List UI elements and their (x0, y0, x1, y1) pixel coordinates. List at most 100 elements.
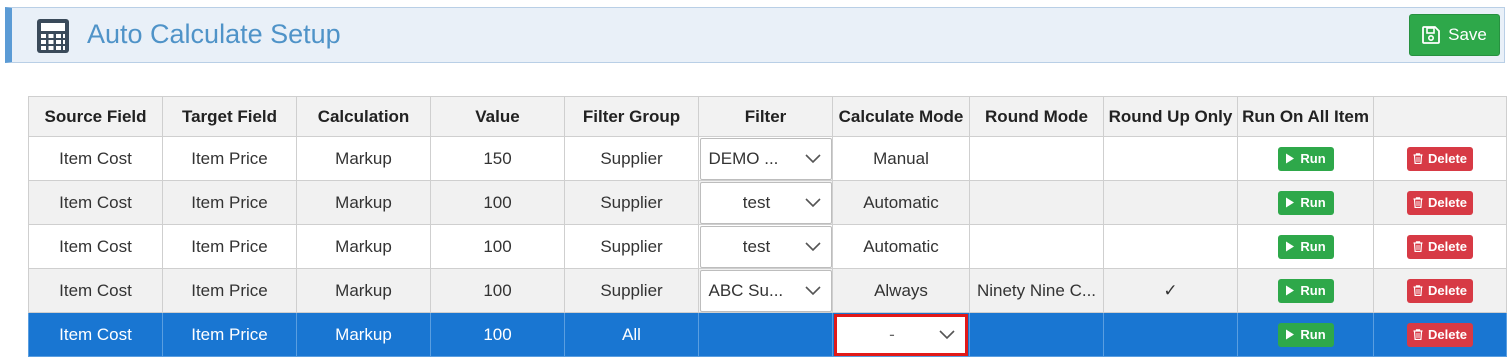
run-button[interactable]: Run (1277, 234, 1334, 259)
cell-filter-group: Supplier (564, 268, 699, 313)
cell-value: 100 (430, 224, 565, 269)
cell-filter: test (698, 180, 833, 225)
filter-select-value: ABC Su... (708, 280, 784, 300)
chevron-down-icon (804, 197, 821, 207)
page-title: Auto Calculate Setup (87, 19, 341, 49)
run-label: Run (1300, 327, 1326, 342)
table-row[interactable]: Item Cost Item Price Markup 100 Supplier… (28, 224, 1507, 269)
chevron-down-icon (804, 285, 821, 295)
cell-round-mode: Ninety Nine C... (969, 268, 1104, 313)
calculate-mode-select-value: - (889, 324, 895, 344)
run-button[interactable]: Run (1277, 190, 1334, 215)
delete-button[interactable]: Delete (1407, 146, 1473, 171)
table-row[interactable]: Item Cost Item Price Markup 100 Supplier… (28, 180, 1507, 225)
trash-icon (1413, 329, 1423, 340)
run-label: Run (1300, 239, 1326, 254)
cell-target-field: Item Price (162, 312, 297, 357)
trash-icon (1413, 153, 1423, 164)
column-header-round-mode[interactable]: Round Mode (969, 96, 1104, 137)
cell-value: 100 (430, 180, 565, 225)
cell-round-mode (969, 312, 1104, 357)
cell-delete: Delete (1373, 136, 1507, 181)
cell-target-field: Item Price (162, 224, 297, 269)
cell-filter-group: Supplier (564, 136, 699, 181)
cell-run: Run (1237, 180, 1374, 225)
cell-run: Run (1237, 268, 1374, 313)
cell-source-field: Item Cost (28, 312, 163, 357)
cell-value: 100 (430, 268, 565, 313)
calculate-mode-select[interactable]: - (834, 313, 968, 356)
save-button[interactable]: Save (1409, 14, 1500, 56)
cell-filter: ABC Su... (698, 268, 833, 313)
chevron-down-icon (804, 241, 821, 251)
play-icon (1286, 329, 1295, 340)
cell-run: Run (1237, 224, 1374, 269)
cell-filter-group: Supplier (564, 180, 699, 225)
table-row-selected[interactable]: Item Cost Item Price Markup 100 All - Ru… (28, 312, 1507, 357)
page-header: Auto Calculate Setup Save (5, 7, 1505, 63)
cell-filter-group: All (564, 312, 699, 357)
filter-select-value: DEMO ... (708, 148, 779, 168)
cell-filter[interactable] (698, 312, 833, 357)
cell-round-up-only (1103, 180, 1238, 225)
play-icon (1286, 197, 1295, 208)
cell-round-up-only (1103, 312, 1238, 357)
cell-calculation: Markup (296, 180, 431, 225)
floppy-disk-icon (1422, 26, 1441, 44)
delete-label: Delete (1427, 283, 1468, 298)
cell-run: Run (1237, 312, 1374, 357)
cell-value: 150 (430, 136, 565, 181)
filter-select[interactable]: test (699, 181, 832, 224)
cell-target-field: Item Price (162, 180, 297, 225)
cell-source-field: Item Cost (28, 268, 163, 313)
filter-select[interactable]: ABC Su... (699, 269, 832, 312)
cell-calculate-mode: Manual (832, 136, 970, 181)
column-header-calculation[interactable]: Calculation (296, 96, 431, 137)
cell-source-field: Item Cost (28, 136, 163, 181)
play-icon (1286, 285, 1295, 296)
cell-calculate-mode: Automatic (832, 224, 970, 269)
filter-select[interactable]: DEMO ... (699, 137, 832, 180)
column-header-source-field[interactable]: Source Field (28, 96, 163, 137)
cell-calculation: Markup (296, 224, 431, 269)
cell-filter-group: Supplier (564, 224, 699, 269)
cell-run: Run (1237, 136, 1374, 181)
trash-icon (1413, 241, 1423, 252)
save-label: Save (1448, 25, 1487, 44)
column-header-value[interactable]: Value (430, 96, 565, 137)
delete-button[interactable]: Delete (1407, 190, 1473, 215)
run-button[interactable]: Run (1277, 278, 1334, 303)
table-row[interactable]: Item Cost Item Price Markup 100 Supplier… (28, 268, 1507, 313)
table-row[interactable]: Item Cost Item Price Markup 150 Supplier… (28, 136, 1507, 181)
cell-round-up-only (1103, 136, 1238, 181)
cell-delete: Delete (1373, 312, 1507, 357)
cell-source-field: Item Cost (28, 180, 163, 225)
delete-label: Delete (1427, 239, 1468, 254)
run-button[interactable]: Run (1277, 146, 1334, 171)
cell-calculation: Markup (296, 268, 431, 313)
cell-delete: Delete (1373, 268, 1507, 313)
cell-calculation: Markup (296, 136, 431, 181)
column-header-run-on-all-item[interactable]: Run On All Item (1237, 96, 1374, 137)
play-icon (1286, 241, 1295, 252)
column-header-filter-group[interactable]: Filter Group (564, 96, 699, 137)
filter-select-value: test (742, 192, 771, 212)
filter-select[interactable]: test (699, 225, 832, 268)
column-header-round-up-only[interactable]: Round Up Only (1103, 96, 1238, 137)
cell-source-field: Item Cost (28, 224, 163, 269)
column-header-actions (1373, 96, 1507, 137)
delete-button[interactable]: Delete (1407, 322, 1473, 347)
delete-button[interactable]: Delete (1407, 278, 1473, 303)
cell-delete: Delete (1373, 224, 1507, 269)
run-button[interactable]: Run (1277, 322, 1334, 347)
cell-calculation: Markup (296, 312, 431, 357)
column-header-filter[interactable]: Filter (698, 96, 833, 137)
column-header-target-field[interactable]: Target Field (162, 96, 297, 137)
delete-button[interactable]: Delete (1407, 234, 1473, 259)
delete-label: Delete (1427, 151, 1468, 166)
cell-round-mode (969, 180, 1104, 225)
play-icon (1286, 153, 1295, 164)
trash-icon (1413, 285, 1423, 296)
cell-calculate-mode: Automatic (832, 180, 970, 225)
column-header-calculate-mode[interactable]: Calculate Mode (832, 96, 970, 137)
